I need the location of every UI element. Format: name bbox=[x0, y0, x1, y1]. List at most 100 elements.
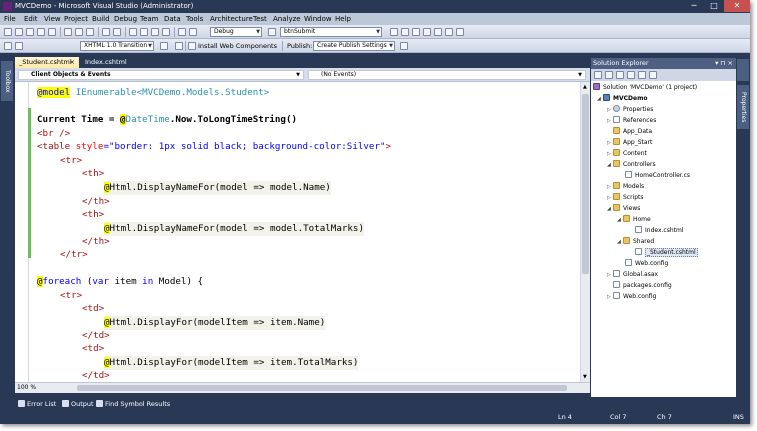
tree-node-views-web-config[interactable]: Web.config bbox=[625, 258, 668, 269]
menu-test[interactable]: Test bbox=[253, 13, 267, 25]
menu-file[interactable]: File bbox=[4, 13, 16, 25]
object-browser-icon[interactable] bbox=[423, 28, 431, 36]
web-platform-installer-icon[interactable] bbox=[188, 42, 196, 50]
install-web-components-button[interactable]: Install Web Components bbox=[198, 40, 277, 52]
tree-node-web-config[interactable]: ▷ Web.config bbox=[607, 291, 656, 302]
tree-node-app-start[interactable]: ▷ App_Start bbox=[607, 137, 652, 148]
view-class-diagram-icon[interactable] bbox=[649, 71, 657, 79]
html-source-icon[interactable] bbox=[4, 42, 12, 50]
new-project-icon[interactable] bbox=[4, 28, 12, 36]
code-editor[interactable]: @model IEnumerable<MVCDemo.Models.Studen… bbox=[15, 82, 590, 382]
tree-node-shared[interactable]: ◢ Shared bbox=[617, 236, 654, 247]
solution-explorer-icon[interactable] bbox=[401, 28, 409, 36]
scroll-thumb[interactable] bbox=[582, 94, 589, 274]
toolbox-icon[interactable] bbox=[434, 28, 442, 36]
check-accessibility-icon[interactable] bbox=[160, 42, 168, 50]
publish-icon[interactable] bbox=[400, 42, 408, 50]
tab-index-cshtml[interactable]: Index.cshtml bbox=[81, 57, 139, 68]
menu-build[interactable]: Build bbox=[92, 13, 110, 25]
html-tag: <th> bbox=[82, 209, 105, 220]
view-code-icon[interactable] bbox=[627, 71, 635, 79]
events-dropdown[interactable]: (No Events) ▼ bbox=[308, 70, 586, 80]
refresh-icon[interactable] bbox=[162, 28, 170, 36]
toolbox-tab[interactable]: Toolbox bbox=[1, 61, 13, 101]
close-button[interactable]: ✕ bbox=[724, 0, 750, 12]
find-in-files-icon[interactable] bbox=[390, 28, 398, 36]
copy-icon[interactable] bbox=[75, 28, 83, 36]
tree-node-global-asax[interactable]: ▷ Global.asax bbox=[607, 269, 658, 280]
show-all-files-icon[interactable] bbox=[605, 71, 613, 79]
menu-help[interactable]: Help bbox=[335, 13, 351, 25]
tree-node-scripts[interactable]: ▷ Scripts bbox=[607, 192, 644, 203]
tab-find-symbol-results[interactable]: Find Symbol Results bbox=[96, 399, 170, 409]
validation-schema-dropdown[interactable]: XHTML 1.0 Transition ▼ bbox=[80, 41, 154, 51]
menu-data[interactable]: Data bbox=[164, 13, 181, 25]
stop-icon[interactable] bbox=[189, 28, 197, 36]
vertical-scrollbar[interactable]: ▲ ▼ bbox=[580, 82, 590, 382]
server-explorer-tab[interactable] bbox=[737, 59, 749, 81]
horizontal-scroll-thumb[interactable] bbox=[77, 385, 567, 391]
tree-node-references[interactable]: ▷ References bbox=[607, 115, 656, 126]
panel-controls[interactable]: ▾ ⊓ × bbox=[715, 58, 733, 69]
start-page-icon[interactable] bbox=[445, 28, 453, 36]
tree-node-home[interactable]: ◢ Home bbox=[617, 214, 651, 225]
browser-icon[interactable] bbox=[151, 28, 159, 36]
view-designer-icon[interactable] bbox=[638, 71, 646, 79]
menu-analyze[interactable]: Analyze bbox=[273, 13, 301, 25]
tree-node-app-data[interactable]: App_Data bbox=[607, 126, 652, 137]
html-design-icon[interactable] bbox=[15, 42, 23, 50]
paste-icon[interactable] bbox=[86, 28, 94, 36]
tab-output[interactable]: Output bbox=[62, 399, 94, 409]
format-document-icon[interactable] bbox=[175, 42, 183, 50]
menu-architecture[interactable]: Architecture bbox=[210, 13, 253, 25]
refresh-icon[interactable] bbox=[616, 71, 624, 79]
find-target-dropdown[interactable]: btnSubmit ▼ bbox=[280, 27, 382, 37]
tree-node-models[interactable]: ▷ Models bbox=[607, 181, 644, 192]
extension-manager-icon[interactable] bbox=[456, 28, 464, 36]
cshtml-file-icon bbox=[635, 226, 642, 233]
tree-node-content[interactable]: ▷ Content bbox=[607, 148, 647, 159]
tree-node-views[interactable]: ◢ Views bbox=[607, 203, 640, 214]
tree-node-properties[interactable]: ▷ Properties bbox=[607, 104, 653, 115]
tab-error-list[interactable]: Error List bbox=[18, 399, 56, 409]
zoom-level-dropdown[interactable]: 100 % bbox=[17, 383, 36, 393]
redo-icon[interactable] bbox=[113, 28, 121, 36]
html-toolbar: XHTML 1.0 Transition ▼ Install Web Compon… bbox=[0, 39, 750, 53]
properties-window-icon[interactable] bbox=[412, 28, 420, 36]
find-icon[interactable] bbox=[268, 28, 276, 36]
tree-node-solution[interactable]: Solution 'MVCDemo' (1 project) bbox=[593, 82, 697, 93]
undo-icon[interactable] bbox=[102, 28, 110, 36]
solution-configuration-dropdown[interactable]: Debug ▼ bbox=[210, 27, 262, 37]
menu-team[interactable]: Team bbox=[140, 13, 159, 25]
close-tab-icon[interactable]: × bbox=[70, 57, 75, 68]
properties-icon[interactable] bbox=[594, 71, 602, 79]
tree-node-index-cshtml[interactable]: Index.cshtml bbox=[635, 225, 684, 236]
tab-student-cshtml[interactable]: _Student.cshtml × bbox=[15, 57, 79, 68]
tree-node-homecontroller[interactable]: HomeController.cs bbox=[625, 170, 690, 181]
tree-node-student-cshtml[interactable]: _Student.cshtml bbox=[635, 247, 698, 258]
publish-settings-dropdown[interactable]: Create Publish Settings ▼ bbox=[313, 41, 395, 51]
save-icon[interactable] bbox=[37, 28, 45, 36]
menu-debug[interactable]: Debug bbox=[114, 13, 137, 25]
properties-tab[interactable]: Properties bbox=[737, 85, 749, 129]
menu-window[interactable]: Window bbox=[304, 13, 332, 25]
scroll-down-icon[interactable]: ▼ bbox=[583, 374, 587, 380]
maximize-button[interactable]: □ bbox=[704, 0, 724, 12]
menu-view[interactable]: View bbox=[44, 13, 61, 25]
start-debugging-icon[interactable] bbox=[178, 28, 186, 36]
navigate-forward-icon[interactable] bbox=[140, 28, 148, 36]
scroll-up-icon[interactable]: ▲ bbox=[583, 84, 587, 90]
client-objects-dropdown[interactable]: Client Objects & Events ▼ bbox=[18, 70, 304, 80]
menu-tools[interactable]: Tools bbox=[186, 13, 203, 25]
menu-project[interactable]: Project bbox=[64, 13, 88, 25]
cut-icon[interactable] bbox=[64, 28, 72, 36]
save-all-icon[interactable] bbox=[48, 28, 56, 36]
tree-node-project[interactable]: ◢ MVCDemo bbox=[597, 93, 647, 104]
tree-node-controllers[interactable]: ◢ Controllers bbox=[607, 159, 656, 170]
navigate-backward-icon[interactable] bbox=[129, 28, 137, 36]
open-file-icon[interactable] bbox=[26, 28, 34, 36]
menu-edit[interactable]: Edit bbox=[24, 13, 38, 25]
add-item-icon[interactable] bbox=[15, 28, 23, 36]
tree-node-packages-config[interactable]: packages.config bbox=[607, 280, 672, 291]
minimize-button[interactable]: ─ bbox=[684, 0, 704, 12]
